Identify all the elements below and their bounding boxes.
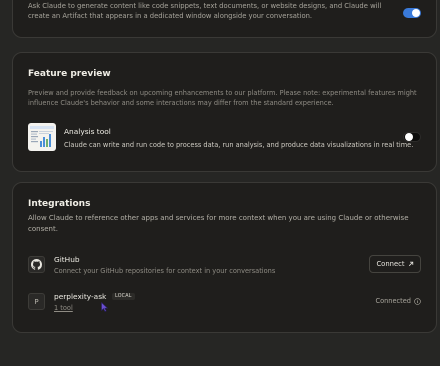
connection-status-label: Connected [375, 297, 411, 305]
github-title: GitHub [54, 255, 80, 264]
github-connect-button[interactable]: Connect [369, 255, 421, 273]
github-description: Connect your GitHub repositories for con… [54, 267, 276, 275]
analysis-tool-description: Claude can write and run code to process… [64, 141, 414, 149]
mouse-cursor-icon [101, 302, 108, 312]
artifacts-toggle[interactable] [403, 8, 421, 18]
connection-status: Connected [375, 297, 421, 305]
artifacts-description: Ask Claude to generate content like code… [28, 2, 382, 20]
integrations-card: Integrations Allow Claude to reference o… [12, 182, 437, 333]
analysis-tool-toggle[interactable] [403, 132, 421, 142]
github-icon-box [28, 256, 45, 273]
feature-preview-title: Feature preview [28, 69, 111, 79]
tools-link[interactable]: 1 tool [54, 304, 73, 312]
info-icon[interactable] [414, 297, 421, 305]
perplexity-title: perplexity-ask [54, 292, 107, 301]
artifacts-card: Ask Claude to generate content like code… [12, 0, 437, 38]
analysis-chart-icon [30, 126, 54, 147]
analysis-tool-title: Analysis tool [64, 127, 111, 136]
analysis-tool-thumbnail [28, 123, 56, 151]
local-badge: LOCAL [112, 293, 135, 300]
perplexity-icon-box: P [28, 293, 45, 310]
integrations-description: Allow Claude to reference other apps and… [28, 214, 409, 233]
feature-preview-description: Preview and provide feedback on upcoming… [28, 89, 417, 107]
toggle-knob [405, 133, 413, 141]
perplexity-icon: P [34, 297, 39, 306]
integrations-title: Integrations [28, 199, 91, 209]
toggle-knob [412, 9, 420, 17]
github-icon [31, 259, 42, 270]
external-arrow-icon [408, 261, 413, 267]
feature-preview-card: Feature preview Preview and provide feed… [12, 52, 437, 172]
connect-label: Connect [376, 260, 405, 268]
